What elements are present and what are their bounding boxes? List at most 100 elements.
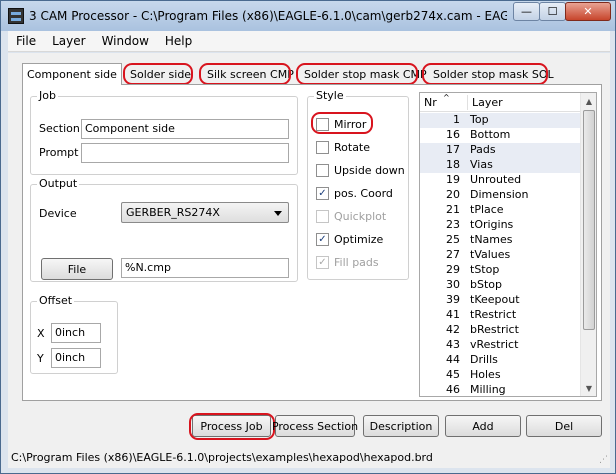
- layer-number: 46: [446, 383, 460, 396]
- prompt-input[interactable]: [81, 143, 289, 163]
- minimize-button[interactable]: —: [513, 2, 540, 21]
- layer-row[interactable]: 18 Vias: [420, 158, 580, 173]
- scroll-down-icon[interactable]: ▼: [581, 380, 596, 396]
- mirror-option[interactable]: Mirror: [316, 118, 366, 131]
- rotate-label: Rotate: [334, 141, 371, 154]
- layer-row[interactable]: 20 Dimension: [420, 188, 580, 203]
- menu-help[interactable]: Help: [157, 34, 200, 48]
- layer-row[interactable]: 42 bRestrict: [420, 323, 580, 338]
- title-bar[interactable]: 3 CAM Processor - C:\Program Files (x86)…: [1, 1, 615, 31]
- layer-row[interactable]: 17 Pads: [420, 143, 580, 158]
- maximize-button[interactable]: ☐: [539, 2, 566, 21]
- cam-processor-window: 3 CAM Processor - C:\Program Files (x86)…: [0, 0, 616, 474]
- close-button[interactable]: ✕: [565, 2, 611, 21]
- layer-name: Vias: [470, 158, 493, 171]
- layer-number: 39: [446, 293, 460, 306]
- section-input[interactable]: Component side: [81, 119, 289, 139]
- sort-ascending-icon: ^: [443, 93, 450, 102]
- layer-list[interactable]: Nr ^ Layer 1 Top 16 Bottom 17 Pads 18 Vias 19 Unr…: [419, 92, 597, 397]
- style-group: Style Mirror Rotate Upside down ✓ pos. Co…: [307, 89, 409, 280]
- layer-name: Top: [470, 113, 489, 126]
- layer-row[interactable]: 29 tStop: [420, 263, 580, 278]
- tab-solder-side[interactable]: Solder side: [126, 65, 195, 83]
- layer-row[interactable]: 23 tOrigins: [420, 218, 580, 233]
- layer-number: 25: [446, 233, 460, 246]
- device-label: Device: [39, 207, 77, 220]
- device-value: GERBER_RS274X: [126, 206, 220, 219]
- upside-down-label: Upside down: [334, 164, 405, 177]
- resize-grip-icon[interactable]: ⋰: [596, 454, 608, 466]
- layer-list-scrollbar[interactable]: ▲ ▼: [580, 93, 596, 396]
- layer-name: tKeepout: [470, 293, 520, 306]
- layer-row[interactable]: 30 bStop: [420, 278, 580, 293]
- layer-number: 18: [446, 158, 460, 171]
- column-layer[interactable]: Layer: [472, 96, 503, 109]
- column-separator[interactable]: [467, 95, 468, 110]
- layer-name: tRestrict: [470, 308, 517, 321]
- layer-row[interactable]: 43 vRestrict: [420, 338, 580, 353]
- offset-y-input[interactable]: 0inch: [51, 348, 101, 368]
- rotate-option[interactable]: Rotate: [316, 141, 370, 154]
- layer-row[interactable]: 44 Drills: [420, 353, 580, 368]
- layer-name: Dimension: [470, 188, 529, 201]
- offset-y-label: Y: [37, 352, 44, 365]
- tab-component-side[interactable]: Component side: [22, 63, 122, 85]
- layer-name: tNames: [470, 233, 513, 246]
- status-path: C:\Program Files (x86)\EAGLE-6.1.0\proje…: [11, 451, 433, 464]
- quickplot-option: Quickplot: [316, 210, 386, 223]
- layer-number: 21: [446, 203, 460, 216]
- menu-layer[interactable]: Layer: [44, 34, 93, 48]
- mirror-checkbox[interactable]: [316, 118, 329, 131]
- process-job-button[interactable]: Process Job: [192, 415, 271, 437]
- menu-window[interactable]: Window: [94, 34, 157, 48]
- cam-app-icon: [8, 8, 24, 24]
- layer-row[interactable]: 46 Milling: [420, 383, 580, 396]
- scroll-thumb[interactable]: [583, 110, 595, 330]
- layer-number: 45: [446, 368, 460, 381]
- rotate-checkbox[interactable]: [316, 141, 329, 154]
- tab-solder-stop-mask-sol[interactable]: Solder stop mask SOL: [429, 65, 558, 83]
- menu-file[interactable]: File: [8, 34, 44, 48]
- layer-row[interactable]: 39 tKeepout: [420, 293, 580, 308]
- del-button[interactable]: Del: [526, 415, 602, 437]
- layer-row[interactable]: 16 Bottom: [420, 128, 580, 143]
- upside-down-checkbox[interactable]: [316, 164, 329, 177]
- optimize-option[interactable]: ✓ Optimize: [316, 233, 383, 246]
- layer-row[interactable]: 25 tNames: [420, 233, 580, 248]
- layer-number: 30: [446, 278, 460, 291]
- device-select[interactable]: GERBER_RS274X: [121, 202, 289, 223]
- job-group: Job Section Component side Prompt: [30, 89, 298, 175]
- description-button[interactable]: Description: [363, 415, 439, 437]
- layer-number: 1: [453, 113, 460, 126]
- file-button[interactable]: File: [41, 258, 113, 280]
- output-group-title: Output: [37, 177, 80, 190]
- upside-down-option[interactable]: Upside down: [316, 164, 405, 177]
- menu-bar: File Layer Window Help: [8, 31, 610, 52]
- layer-row[interactable]: 41 tRestrict: [420, 308, 580, 323]
- tab-solder-stop-mask-cmp[interactable]: Solder stop mask CMP: [300, 65, 431, 83]
- status-bar: C:\Program Files (x86)\EAGLE-6.1.0\proje…: [8, 448, 610, 468]
- scroll-up-icon[interactable]: ▲: [581, 93, 596, 109]
- client-area: Component side Solder side Silk screen C…: [8, 53, 610, 448]
- layer-row[interactable]: 27 tValues: [420, 248, 580, 263]
- layer-number: 43: [446, 338, 460, 351]
- tab-silk-screen-cmp[interactable]: Silk screen CMP: [203, 65, 298, 83]
- optimize-checkbox[interactable]: ✓: [316, 233, 329, 246]
- pos-coord-option[interactable]: ✓ pos. Coord: [316, 187, 393, 200]
- layer-row[interactable]: 21 tPlace: [420, 203, 580, 218]
- layer-name: bStop: [470, 278, 502, 291]
- fill-pads-label: Fill pads: [334, 256, 379, 269]
- process-section-button[interactable]: Process Section: [272, 415, 358, 437]
- layer-name: bRestrict: [470, 323, 519, 336]
- optimize-label: Optimize: [334, 233, 384, 246]
- column-nr[interactable]: Nr: [424, 96, 437, 109]
- add-button[interactable]: Add: [445, 415, 521, 437]
- layer-row[interactable]: 19 Unrouted: [420, 173, 580, 188]
- fill-pads-checkbox: ✓: [316, 256, 329, 269]
- offset-x-input[interactable]: 0inch: [51, 323, 101, 343]
- pos-coord-checkbox[interactable]: ✓: [316, 187, 329, 200]
- layer-row[interactable]: 45 Holes: [420, 368, 580, 383]
- file-input[interactable]: %N.cmp: [121, 258, 289, 278]
- layer-row[interactable]: 1 Top: [420, 113, 580, 128]
- layer-name: Drills: [470, 353, 498, 366]
